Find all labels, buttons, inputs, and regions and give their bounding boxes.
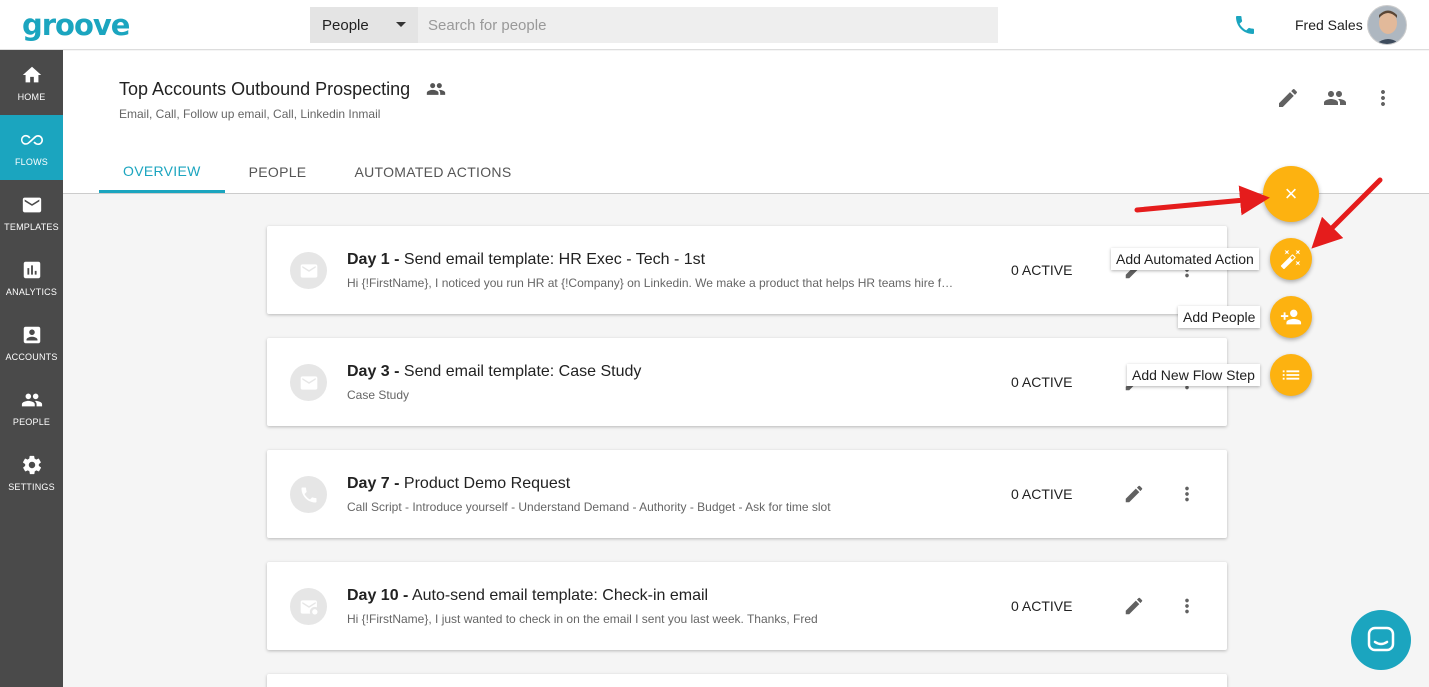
add-people-button[interactable] <box>1270 296 1312 338</box>
sidebar-item-label: ACCOUNTS <box>5 351 58 362</box>
flow-subtitle: Email, Call, Follow up email, Call, Link… <box>119 107 381 121</box>
page-title: Top Accounts Outbound Prospecting <box>119 79 411 99</box>
list-icon <box>1282 370 1300 380</box>
envelope-icon <box>22 197 41 212</box>
flow-step-card[interactable]: Day 10 - Auto-send email template: Check… <box>267 562 1227 650</box>
chat-widget-button[interactable] <box>1351 610 1411 670</box>
flow-tabs: OVERVIEW PEOPLE AUTOMATED ACTIONS <box>99 151 535 193</box>
phone-icon <box>301 487 316 502</box>
add-automated-action-button[interactable] <box>1270 238 1312 280</box>
search-bar: People <box>310 7 998 43</box>
people-icon <box>21 393 42 406</box>
flow-header: Top Accounts Outbound Prospecting Email,… <box>63 51 1429 194</box>
sidebar-item-label: FLOWS <box>14 156 48 167</box>
flow-step-card[interactable] <box>267 674 1227 687</box>
step-status: 0 ACTIVE <box>1011 486 1073 502</box>
step-title: Day 1 - Send email template: HR Exec - T… <box>347 251 705 269</box>
chat-icon <box>1367 626 1395 652</box>
step-day: Day 3 - <box>347 363 400 380</box>
step-name: Send email template: Case Study <box>403 363 642 380</box>
step-status: 0 ACTIVE <box>1011 598 1073 614</box>
edit-flow-icon[interactable] <box>1276 86 1300 110</box>
step-type-icon <box>290 588 327 625</box>
email-icon <box>300 263 317 278</box>
avatar[interactable] <box>1367 5 1407 45</box>
sidebar-item-flows[interactable]: FLOWS <box>0 115 63 180</box>
search-input[interactable] <box>418 7 998 43</box>
infinity-icon <box>20 134 43 145</box>
sidebar-item-templates[interactable]: TEMPLATES <box>0 180 63 245</box>
fab-tooltip: Add Automated Action <box>1111 248 1259 270</box>
sidebar-item-analytics[interactable]: ANALYTICS <box>0 245 63 310</box>
search-scope-select[interactable]: People <box>310 7 418 43</box>
sidebar-item-label: PEOPLE <box>12 416 51 427</box>
more-vert-icon[interactable] <box>1371 86 1395 110</box>
tab-people[interactable]: PEOPLE <box>225 151 331 193</box>
step-name: Product Demo Request <box>403 475 571 492</box>
gear-icon <box>22 455 41 474</box>
step-description: Hi {!FirstName}, I just wanted to check … <box>347 612 818 626</box>
flow-step-card[interactable]: Day 3 - Send email template: Case Study … <box>267 338 1227 426</box>
email-icon <box>300 375 317 390</box>
step-type-icon <box>290 364 327 401</box>
fab-tooltip: Add New Flow Step <box>1127 364 1260 386</box>
auto-email-icon <box>300 599 317 614</box>
shared-people-icon <box>426 83 446 95</box>
fab-close-button[interactable]: × <box>1263 166 1319 222</box>
caret-down-icon <box>396 22 406 27</box>
groove-logo[interactable]: groove <box>22 8 130 42</box>
step-status: 0 ACTIVE <box>1011 262 1073 278</box>
step-day: Day 7 - <box>347 475 400 492</box>
step-name: Auto-send email template: Check-in email <box>411 587 709 604</box>
top-bar: groove People Fred Sales <box>0 0 1429 50</box>
avatar-image <box>1368 6 1406 44</box>
edit-icon[interactable] <box>1123 595 1145 617</box>
person-add-icon <box>1280 309 1302 325</box>
flow-people-icon[interactable] <box>1323 86 1347 110</box>
sidebar-item-people[interactable]: PEOPLE <box>0 375 63 440</box>
sidebar-item-label: TEMPLATES <box>4 221 59 232</box>
phone-icon[interactable] <box>1233 13 1257 37</box>
step-type-icon <box>290 252 327 289</box>
fab-tooltip: Add People <box>1178 306 1261 328</box>
search-scope-label: People <box>322 16 369 34</box>
sidebar-item-label: SETTINGS <box>8 481 55 492</box>
sidebar: HOME FLOWS TEMPLATES ANALYTICS ACCOUNTS … <box>0 50 63 687</box>
step-title: Day 10 - Auto-send email template: Check… <box>347 587 708 605</box>
annotation-arrow <box>1134 185 1270 216</box>
account-box-icon <box>23 326 40 343</box>
user-name[interactable]: Fred Sales <box>1295 17 1363 33</box>
step-description: Case Study <box>347 388 410 402</box>
step-day: Day 1 - <box>347 251 400 268</box>
tab-automated-actions[interactable]: AUTOMATED ACTIONS <box>330 151 535 193</box>
bar-chart-icon <box>23 261 40 278</box>
step-name: Send email template: HR Exec - Tech - 1s… <box>403 251 706 268</box>
home-icon <box>22 66 41 82</box>
add-flow-step-button[interactable] <box>1270 354 1312 396</box>
sidebar-item-home[interactable]: HOME <box>0 50 63 115</box>
step-status: 0 ACTIVE <box>1011 374 1073 390</box>
step-type-icon <box>290 476 327 513</box>
step-day: Day 10 - <box>347 587 409 604</box>
more-vert-icon[interactable] <box>1176 483 1198 505</box>
flow-step-card[interactable]: Day 1 - Send email template: HR Exec - T… <box>267 226 1227 314</box>
step-description: Call Script - Introduce yourself - Under… <box>347 500 831 514</box>
magic-wand-icon <box>1280 249 1301 269</box>
tab-overview[interactable]: OVERVIEW <box>99 151 225 193</box>
sidebar-item-accounts[interactable]: ACCOUNTS <box>0 310 63 375</box>
sidebar-item-settings[interactable]: SETTINGS <box>0 440 63 505</box>
step-title: Day 7 - Product Demo Request <box>347 475 570 493</box>
step-description: Hi {!FirstName}, I noticed you run HR at… <box>347 276 959 290</box>
step-title: Day 3 - Send email template: Case Study <box>347 363 641 381</box>
close-icon: × <box>1284 181 1298 206</box>
edit-icon[interactable] <box>1123 483 1145 505</box>
sidebar-item-label: ANALYTICS <box>5 286 58 297</box>
flow-step-card[interactable]: Day 7 - Product Demo Request Call Script… <box>267 450 1227 538</box>
sidebar-item-label: HOME <box>17 91 46 102</box>
more-vert-icon[interactable] <box>1176 595 1198 617</box>
